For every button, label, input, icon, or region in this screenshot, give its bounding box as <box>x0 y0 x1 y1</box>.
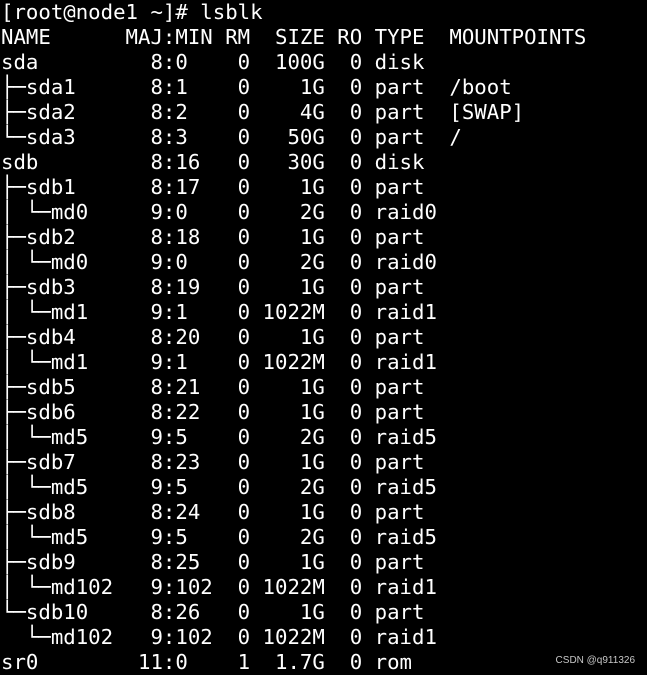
device-row-md5-b: │ └─md5 9:5 0 2G 0 raid5 <box>1 475 437 499</box>
device-row-sdb9: ├─sdb9 8:25 0 1G 0 part <box>1 550 425 574</box>
device-row-sdb1: ├─sdb1 8:17 0 1G 0 part <box>1 175 425 199</box>
device-row-sdb6: ├─sdb6 8:22 0 1G 0 part <box>1 400 425 424</box>
device-row-md0-a: │ └─md0 9:0 0 2G 0 raid0 <box>1 200 437 224</box>
device-row-sdb: sdb 8:16 0 30G 0 disk <box>1 150 425 174</box>
device-row-md102-a: │ └─md102 9:102 0 1022M 0 raid1 <box>1 575 437 599</box>
device-row-md5-c: │ └─md5 9:5 0 2G 0 raid5 <box>1 525 437 549</box>
device-row-sda2: ├─sda2 8:2 0 4G 0 part [SWAP] <box>1 100 525 124</box>
device-row-md0-b: │ └─md0 9:0 0 2G 0 raid0 <box>1 250 437 274</box>
device-row-md102-b: └─md102 9:102 0 1022M 0 raid1 <box>1 625 437 649</box>
csdn-watermark: CSDN @q911326 <box>555 655 635 666</box>
device-row-md1-a: │ └─md1 9:1 0 1022M 0 raid1 <box>1 300 437 324</box>
device-row-sda: sda 8:0 0 100G 0 disk <box>1 50 425 74</box>
terminal-window[interactable]: [root@node1 ~]# lsblk NAME MAJ:MIN RM SI… <box>0 0 647 674</box>
device-row-sdb8: ├─sdb8 8:24 0 1G 0 part <box>1 500 425 524</box>
device-row-sda1: ├─sda1 8:1 0 1G 0 part /boot <box>1 75 512 99</box>
device-row-sdb10: └─sdb10 8:26 0 1G 0 part <box>1 600 425 624</box>
device-row-sda3: └─sda3 8:3 0 50G 0 part / <box>1 125 462 149</box>
command-prompt-line: [root@node1 ~]# lsblk <box>1 0 263 24</box>
device-row-sdb2: ├─sdb2 8:18 0 1G 0 part <box>1 225 425 249</box>
device-row-md1-b: │ └─md1 9:1 0 1022M 0 raid1 <box>1 350 437 374</box>
device-row-sdb4: ├─sdb4 8:20 0 1G 0 part <box>1 325 425 349</box>
device-row-md5-a: │ └─md5 9:5 0 2G 0 raid5 <box>1 425 437 449</box>
lsblk-header-line: NAME MAJ:MIN RM SIZE RO TYPE MOUNTPOINTS <box>1 25 587 49</box>
lsblk-output: sda 8:0 0 100G 0 disk ├─sda1 8:1 0 1G 0 … <box>1 50 647 675</box>
device-row-sdb5: ├─sdb5 8:21 0 1G 0 part <box>1 375 425 399</box>
device-row-sr0: sr0 11:0 1 1.7G 0 rom <box>1 650 413 674</box>
device-row-sdb3: ├─sdb3 8:19 0 1G 0 part <box>1 275 425 299</box>
device-row-sdb7: ├─sdb7 8:23 0 1G 0 part <box>1 450 425 474</box>
